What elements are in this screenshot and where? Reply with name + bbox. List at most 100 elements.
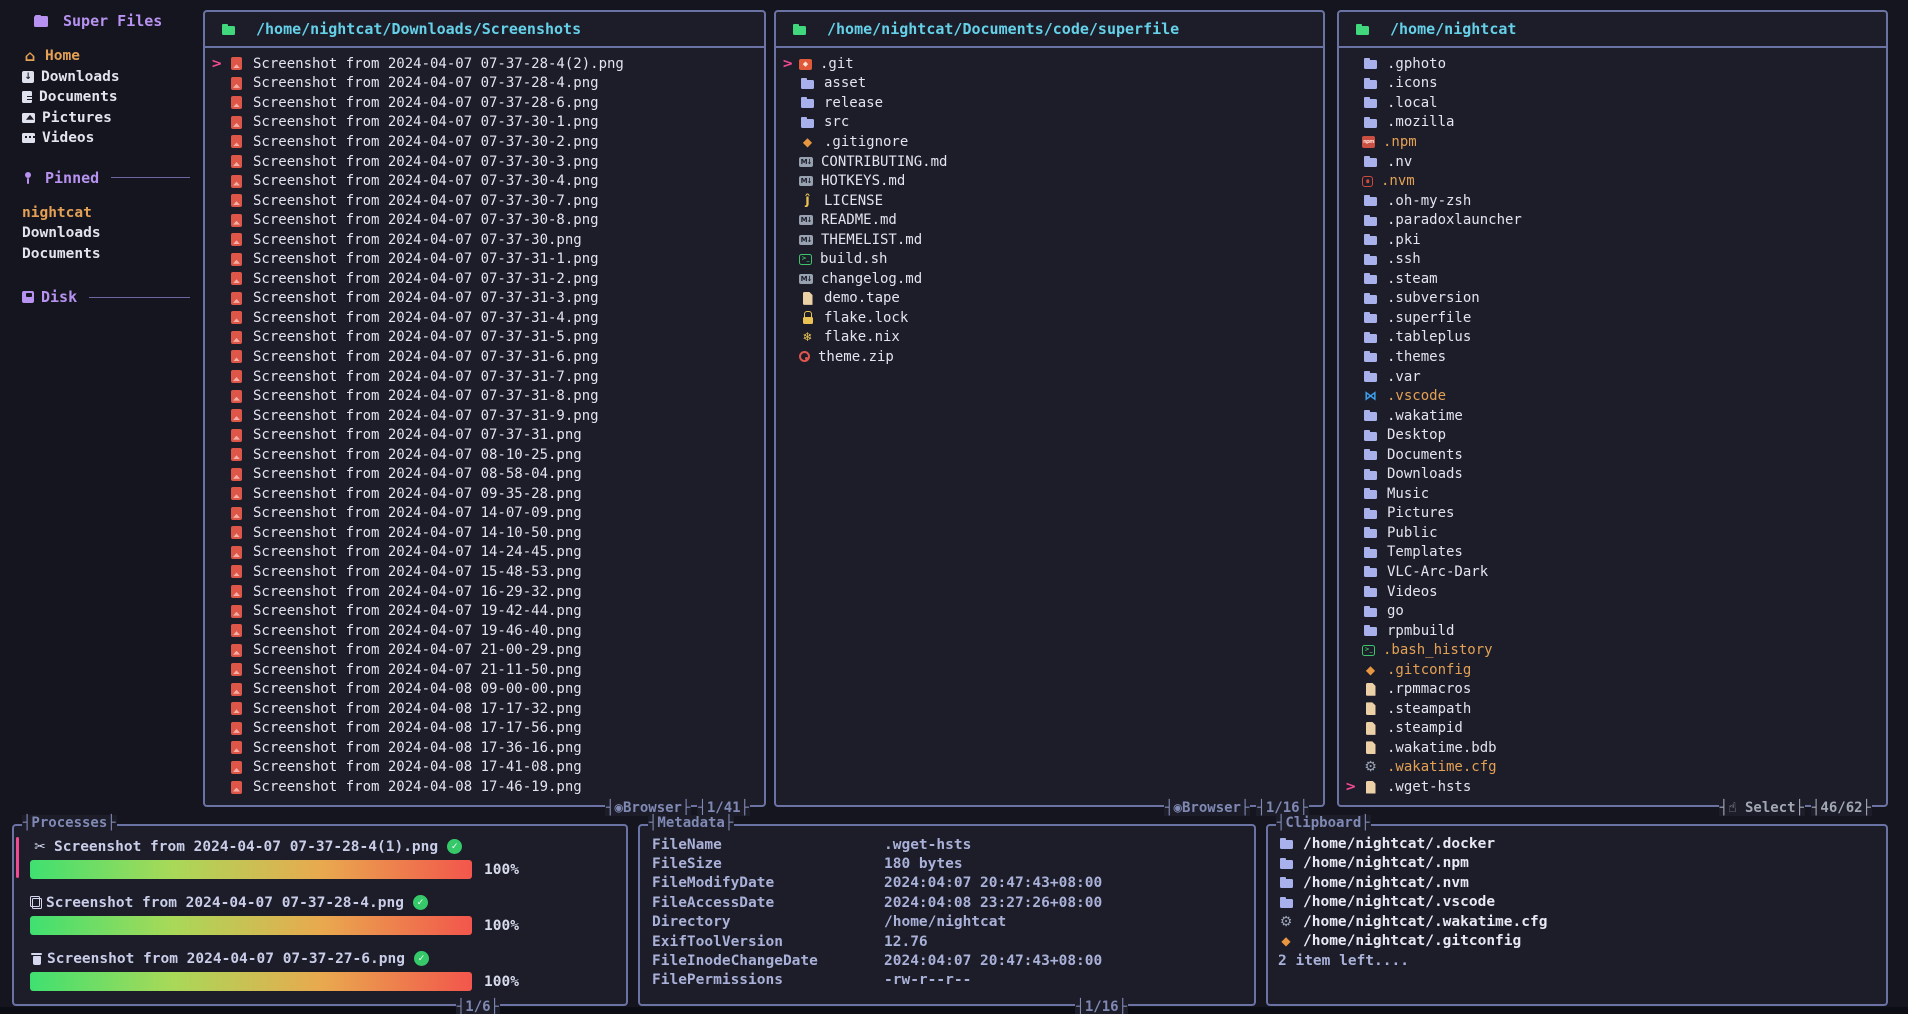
file-row[interactable]: Screenshot from 2024-04-07 08-10-25.png (213, 445, 760, 465)
file-row[interactable]: .wakatime.cfg (1347, 758, 1882, 778)
file-row[interactable]: .paradoxlauncher (1347, 210, 1882, 230)
file-row[interactable]: Screenshot from 2024-04-08 17-17-56.png (213, 719, 760, 739)
file-row[interactable]: LICENSE (784, 191, 1319, 211)
file-row[interactable]: .subversion (1347, 289, 1882, 309)
file-row[interactable]: .wakatime.bdb (1347, 738, 1882, 758)
sidebar-item-pictures[interactable]: Pictures (22, 108, 200, 129)
file-panel-screenshots[interactable]: /home/nightcat/Downloads/Screenshots >Sc… (203, 10, 766, 807)
file-row[interactable]: rpmbuild (1347, 621, 1882, 641)
file-row[interactable]: Screenshot from 2024-04-07 14-10-50.png (213, 523, 760, 543)
file-row[interactable]: Screenshot from 2024-04-07 07-37-28-6.pn… (213, 93, 760, 113)
file-row[interactable]: .rpmmacros (1347, 680, 1882, 700)
file-row[interactable]: Screenshot from 2024-04-07 07-37-30-7.pn… (213, 191, 760, 211)
file-row[interactable]: Screenshot from 2024-04-07 07-37-30-2.pn… (213, 132, 760, 152)
file-row[interactable]: .mozilla (1347, 113, 1882, 133)
file-row[interactable]: Screenshot from 2024-04-07 07-37-30-4.pn… (213, 171, 760, 191)
file-row[interactable]: .nv (1347, 152, 1882, 172)
file-row[interactable]: Screenshot from 2024-04-07 19-42-44.png (213, 601, 760, 621)
file-row[interactable]: Screenshot from 2024-04-07 07-37-30-1.pn… (213, 113, 760, 133)
file-row[interactable]: Public (1347, 523, 1882, 543)
process-item[interactable]: Screenshot from 2024-04-07 07-37-27-6.pn… (30, 948, 610, 991)
file-row[interactable]: release (784, 93, 1319, 113)
file-row[interactable]: Screenshot from 2024-04-07 07-37-28-4.pn… (213, 74, 760, 94)
pinned-item-downloads[interactable]: Downloads (22, 223, 200, 244)
file-row[interactable]: .steampath (1347, 699, 1882, 719)
file-panel-superfile[interactable]: /home/nightcat/Documents/code/superfile … (774, 10, 1325, 807)
file-row[interactable]: Screenshot from 2024-04-07 07-37-30-3.pn… (213, 152, 760, 172)
file-row[interactable]: Screenshot from 2024-04-07 14-24-45.png (213, 543, 760, 563)
file-row[interactable]: .var (1347, 367, 1882, 387)
file-row[interactable]: Screenshot from 2024-04-07 15-48-53.png (213, 562, 760, 582)
file-row[interactable]: build.sh (784, 249, 1319, 269)
file-row[interactable]: >.git (784, 54, 1319, 74)
file-row[interactable]: Screenshot from 2024-04-07 21-00-29.png (213, 640, 760, 660)
file-row[interactable]: flake.lock (784, 308, 1319, 328)
file-row[interactable]: Screenshot from 2024-04-07 14-07-09.png (213, 504, 760, 524)
file-row[interactable]: VLC-Arc-Dark (1347, 562, 1882, 582)
file-row[interactable]: Screenshot from 2024-04-07 07-37-31-3.pn… (213, 289, 760, 309)
file-row[interactable]: .pki (1347, 230, 1882, 250)
file-row[interactable]: Screenshot from 2024-04-08 17-17-32.png (213, 699, 760, 719)
file-row[interactable]: Screenshot from 2024-04-08 17-46-19.png (213, 777, 760, 797)
file-row[interactable]: THEMELIST.md (784, 230, 1319, 250)
file-row[interactable]: .oh-my-zsh (1347, 191, 1882, 211)
file-row[interactable]: README.md (784, 210, 1319, 230)
file-row[interactable]: Screenshot from 2024-04-07 08-58-04.png (213, 464, 760, 484)
sidebar-item-home[interactable]: Home (22, 46, 200, 67)
file-row[interactable]: CONTRIBUTING.md (784, 152, 1319, 172)
process-item[interactable]: Screenshot from 2024-04-07 07-37-28-4.pn… (30, 892, 610, 935)
file-row[interactable]: .themes (1347, 347, 1882, 367)
file-row[interactable]: Screenshot from 2024-04-07 07-37-30-8.pn… (213, 210, 760, 230)
file-row[interactable]: .superfile (1347, 308, 1882, 328)
file-row[interactable]: .gitconfig (1347, 660, 1882, 680)
process-item[interactable]: Screenshot from 2024-04-07 07-37-28-4(1)… (30, 836, 610, 879)
file-row[interactable]: .steampid (1347, 719, 1882, 739)
file-row[interactable]: .icons (1347, 74, 1882, 94)
file-row[interactable]: Screenshot from 2024-04-07 07-37-31.png (213, 425, 760, 445)
file-row[interactable]: Screenshot from 2024-04-07 07-37-31-7.pn… (213, 367, 760, 387)
file-row[interactable]: .bash_history (1347, 640, 1882, 660)
file-row[interactable]: .vscode (1347, 386, 1882, 406)
file-row[interactable]: Documents (1347, 445, 1882, 465)
file-row[interactable]: Screenshot from 2024-04-07 16-29-32.png (213, 582, 760, 602)
file-row[interactable]: Screenshot from 2024-04-07 19-46-40.png (213, 621, 760, 641)
file-row[interactable]: .gitignore (784, 132, 1319, 152)
file-row[interactable]: Screenshot from 2024-04-07 07-37-31-4.pn… (213, 308, 760, 328)
file-row[interactable]: theme.zip (784, 347, 1319, 367)
file-row[interactable]: >.wget-hsts (1347, 777, 1882, 797)
file-row[interactable]: .nvm (1347, 171, 1882, 191)
file-row[interactable]: Screenshot from 2024-04-07 07-37-31-8.pn… (213, 386, 760, 406)
file-row[interactable]: Screenshot from 2024-04-07 21-11-50.png (213, 660, 760, 680)
file-row[interactable]: Screenshot from 2024-04-07 07-37-31-6.pn… (213, 347, 760, 367)
file-row[interactable]: Screenshot from 2024-04-08 17-41-08.png (213, 758, 760, 778)
file-row[interactable]: asset (784, 74, 1319, 94)
pinned-item-nightcat[interactable]: nightcat (22, 203, 200, 224)
file-row[interactable]: Screenshot from 2024-04-07 07-37-31-9.pn… (213, 406, 760, 426)
file-row[interactable]: .local (1347, 93, 1882, 113)
file-row[interactable]: .tableplus (1347, 328, 1882, 348)
sidebar-item-documents[interactable]: Documents (22, 87, 200, 108)
file-row[interactable]: .ssh (1347, 249, 1882, 269)
file-row[interactable]: flake.nix (784, 328, 1319, 348)
file-row[interactable]: Music (1347, 484, 1882, 504)
file-row[interactable]: .steam (1347, 269, 1882, 289)
file-row[interactable]: Screenshot from 2024-04-07 07-37-31-2.pn… (213, 269, 760, 289)
file-row[interactable]: Templates (1347, 543, 1882, 563)
file-panel-home[interactable]: /home/nightcat .gphoto .icons .local .mo… (1337, 10, 1888, 807)
file-row[interactable]: changelog.md (784, 269, 1319, 289)
sidebar-item-videos[interactable]: Videos (22, 128, 200, 149)
file-row[interactable]: Screenshot from 2024-04-07 07-37-31-5.pn… (213, 328, 760, 348)
file-row[interactable]: src (784, 113, 1319, 133)
file-row[interactable]: >Screenshot from 2024-04-07 07-37-28-4(2… (213, 54, 760, 74)
file-row[interactable]: demo.tape (784, 289, 1319, 309)
file-row[interactable]: Downloads (1347, 464, 1882, 484)
file-row[interactable]: Videos (1347, 582, 1882, 602)
file-row[interactable]: .npm (1347, 132, 1882, 152)
file-row[interactable]: Screenshot from 2024-04-07 07-37-30.png (213, 230, 760, 250)
pinned-item-documents[interactable]: Documents (22, 244, 200, 265)
file-row[interactable]: Screenshot from 2024-04-08 17-36-16.png (213, 738, 760, 758)
file-row[interactable]: .gphoto (1347, 54, 1882, 74)
file-row[interactable]: go (1347, 601, 1882, 621)
file-row[interactable]: .wakatime (1347, 406, 1882, 426)
file-row[interactable]: Pictures (1347, 504, 1882, 524)
